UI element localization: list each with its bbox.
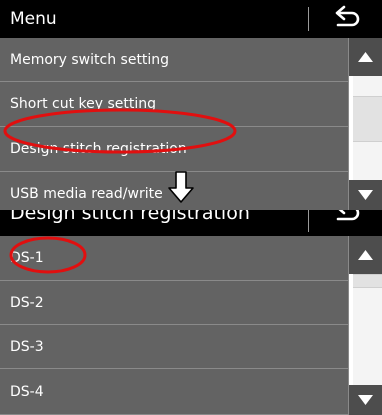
scroll-down-button[interactable] [349,180,382,210]
scroll-down-button[interactable] [349,385,382,415]
menu-item-label: USB media read/write [10,186,163,202]
scroll-thumb[interactable] [353,274,382,288]
menu-item-memory-switch-setting[interactable]: Memory switch setting [0,38,349,82]
title-divider [308,7,309,31]
design-stitch-titlebar: Design stitch registration [0,210,382,236]
scroll-track[interactable] [353,274,382,385]
menu-titlebar: Menu [0,0,382,38]
design-stitch-scrollbar[interactable] [349,236,382,415]
triangle-down-icon [358,190,373,200]
menu-item-usb-media-read-write[interactable]: USB media read/write [0,172,349,210]
page-title: Design stitch registration [10,210,250,224]
list-item-label: DS-1 [10,250,44,266]
menu-scrollbar[interactable] [349,38,382,210]
design-stitch-panel: Design stitch registration DS-1 DS-2 DS-… [0,210,382,415]
scroll-up-button[interactable] [349,38,382,76]
page-title: Menu [10,9,57,29]
scroll-track[interactable] [353,76,382,180]
menu-item-label: Design stitch registration [10,141,187,157]
menu-item-label: Memory switch setting [10,51,170,68]
menu-item-label: Short cut key setting [10,96,157,112]
menu-panel: Menu Memory switch setting Short cut key… [0,0,382,210]
return-arrow-icon[interactable] [326,4,366,34]
menu-item-design-stitch-registration[interactable]: Design stitch registration [0,127,349,172]
title-divider [308,210,309,232]
list-item-ds-4[interactable]: DS-4 [0,369,349,415]
list-item-ds-2[interactable]: DS-2 [0,281,349,325]
triangle-down-icon [358,395,373,405]
list-item-ds-1[interactable]: DS-1 [0,236,349,281]
list-item-label: DS-2 [10,294,44,311]
list-item-label: DS-4 [10,383,44,400]
triangle-up-icon [358,52,373,62]
list-item-ds-3[interactable]: DS-3 [0,325,349,369]
scroll-thumb[interactable] [353,96,382,142]
return-arrow-icon[interactable] [326,210,366,228]
scroll-up-button[interactable] [349,236,382,274]
menu-item-short-cut-key-setting[interactable]: Short cut key setting [0,82,349,127]
list-item-label: DS-3 [10,338,44,355]
triangle-up-icon [358,250,373,260]
